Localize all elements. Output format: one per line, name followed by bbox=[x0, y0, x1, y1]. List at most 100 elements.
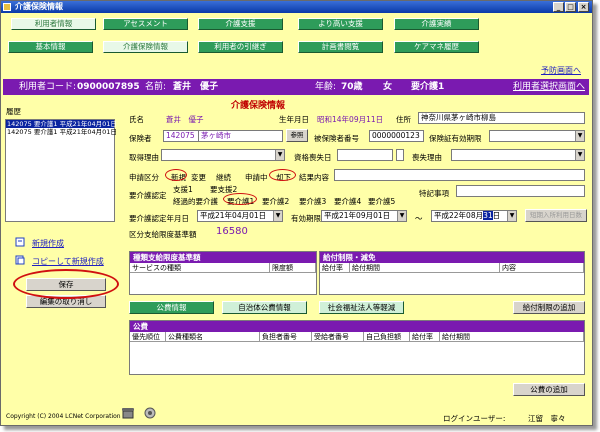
main-window: 介護保険情報 _ □ × 利用者情報 アセスメント 介護支援 より高い支援 介護… bbox=[0, 0, 593, 426]
window-title: 介護保険情報 bbox=[15, 2, 63, 11]
insured-no-label: 被保険者番号 bbox=[314, 134, 359, 143]
benefit-restriction-panel: 給付制限・減免 給付率 給付期間 内容 bbox=[319, 251, 585, 295]
col-pub-benefit-rate: 給付率 bbox=[410, 332, 440, 342]
acquire-reason-label: 取得理由 bbox=[129, 153, 159, 162]
col-benefit-rate: 給付率 bbox=[320, 263, 350, 273]
col-payer-no: 負担者番号 bbox=[260, 332, 312, 342]
benefit-restriction-title: 給付制限・減免 bbox=[320, 252, 584, 263]
insurer-ref-button[interactable]: 参照 bbox=[286, 129, 308, 142]
acquire-reason-select[interactable]: ▼ bbox=[161, 149, 285, 161]
level-care5-option[interactable]: 要介護5 bbox=[368, 196, 395, 207]
level-care4-option[interactable]: 要介護4 bbox=[334, 196, 361, 207]
short-term-days-button[interactable]: 短期入所利用日数 bbox=[525, 209, 587, 222]
chevron-down-icon: ▼ bbox=[397, 211, 406, 221]
minimize-button[interactable]: _ bbox=[553, 2, 564, 12]
tab-basic-info[interactable]: 基本情報 bbox=[8, 41, 93, 53]
level-care2-option[interactable]: 要介護2 bbox=[262, 196, 289, 207]
app-icon bbox=[3, 3, 11, 11]
user-info-bar: 利用者コード: 0900007895 名前: 蒼井 優子 年齢: 70歳 女 要… bbox=[3, 79, 589, 95]
tab-user-handover[interactable]: 利用者の引継ぎ bbox=[198, 41, 283, 53]
validity-label: 保険証有効期限 bbox=[429, 134, 482, 143]
col-pub-benefit-period: 給付期間 bbox=[440, 332, 584, 342]
close-button[interactable]: × bbox=[578, 2, 589, 12]
local-public-info-button[interactable]: 自治体公費情報 bbox=[222, 301, 307, 314]
level-support1-option[interactable]: 支援1 bbox=[173, 184, 193, 195]
tab-assessment[interactable]: アセスメント bbox=[103, 18, 188, 30]
chevron-down-icon: ▼ bbox=[273, 211, 282, 221]
history-item[interactable]: 142075 要介護1 平成21年04月01日 bbox=[6, 128, 117, 136]
tab-caremanager-history[interactable]: ケアマネ履歴 bbox=[394, 41, 479, 53]
chevron-down-icon: ▼ bbox=[575, 131, 584, 141]
special-notes-field[interactable] bbox=[456, 185, 585, 197]
level-care3-option[interactable]: 要介護3 bbox=[299, 196, 326, 207]
tab-care-results[interactable]: 介護実績 bbox=[394, 18, 479, 30]
history-label: 履歴 bbox=[6, 107, 21, 116]
address-field[interactable]: 神奈川県茅ヶ崎市柳島 bbox=[418, 112, 585, 124]
insured-no-field[interactable]: 0000000123 bbox=[369, 130, 424, 142]
tab-user-info[interactable]: 利用者情報 bbox=[11, 18, 96, 30]
prev-screen-link[interactable]: 予防画面へ bbox=[541, 65, 581, 76]
lose-reason-select[interactable]: ▼ bbox=[451, 149, 585, 161]
name-label: 氏名 bbox=[129, 115, 144, 124]
user-code-label: 利用者コード: bbox=[19, 82, 77, 92]
insurer-code-field[interactable]: 142075 bbox=[163, 130, 199, 142]
apply-continue-option[interactable]: 継続 bbox=[216, 172, 231, 183]
insurer-name-field[interactable]: 茅ヶ崎市 bbox=[198, 130, 283, 142]
public-info-button[interactable]: 公費情報 bbox=[129, 301, 214, 314]
tab-plan-view[interactable]: 計画書閲覧 bbox=[298, 41, 383, 53]
chevron-down-icon: ▼ bbox=[507, 211, 516, 221]
copy-doc-icon bbox=[15, 255, 25, 265]
public-expense-title: 公費 bbox=[130, 321, 584, 332]
tab-higher-support[interactable]: より高い支援 bbox=[298, 18, 383, 30]
col-benefit-content: 内容 bbox=[500, 263, 584, 273]
col-service-type: サービスの種類 bbox=[130, 263, 270, 273]
lose-date-field[interactable] bbox=[337, 149, 393, 161]
result-label: 結果内容 bbox=[299, 173, 329, 182]
add-benefit-restriction-button[interactable]: 給付制限の追加 bbox=[513, 301, 585, 314]
col-self-pay: 自己負担額 bbox=[364, 332, 410, 342]
tab-care-support[interactable]: 介護支援 bbox=[198, 18, 283, 30]
copy-create-link[interactable]: コピーして新規作成 bbox=[32, 256, 104, 267]
col-priority: 優先順位 bbox=[130, 332, 166, 342]
lose-date-check[interactable] bbox=[396, 149, 404, 161]
col-limit-amount: 限度額 bbox=[270, 263, 316, 273]
phone-icon[interactable] bbox=[121, 406, 135, 420]
apply-rejected-circle bbox=[269, 169, 296, 181]
service-limit-panel: 種類支給限度基準額 サービスの種類 限度額 bbox=[129, 251, 317, 295]
level-care1-circle bbox=[223, 193, 257, 205]
user-care-level: 要介護1 bbox=[411, 82, 445, 92]
apply-new-circle bbox=[165, 169, 187, 181]
col-benefit-period: 給付期間 bbox=[350, 263, 500, 273]
lose-date-label: 資格喪失日 bbox=[294, 153, 332, 162]
history-list[interactable]: 142075 要介護1 平成21年04月01日 142075 要介護1 平成21… bbox=[5, 119, 117, 222]
tab-insurance-info[interactable]: 介護保険情報 bbox=[103, 41, 188, 53]
name-value: 蒼井 優子 bbox=[166, 115, 204, 124]
birth-label: 生年月日 bbox=[279, 115, 309, 124]
service-limit-title: 種類支給限度基準額 bbox=[130, 252, 316, 263]
special-notes-label: 特記事項 bbox=[419, 189, 449, 198]
login-user-name: 江留 寧々 bbox=[528, 414, 566, 423]
valid-from-select[interactable]: 平成21年09月01日 ▼ bbox=[321, 210, 407, 222]
level-label: 要介護認定 bbox=[129, 191, 167, 200]
welfare-reduction-button[interactable]: 社会福祉法人等軽減 bbox=[319, 301, 404, 314]
user-code: 0900007895 bbox=[77, 82, 140, 92]
validity-select[interactable]: ▼ bbox=[489, 130, 585, 142]
apply-change-option[interactable]: 変更 bbox=[191, 172, 206, 183]
lose-reason-label: 喪失理由 bbox=[412, 153, 442, 162]
valid-to-select[interactable]: 平成22年08月31日 ▼ bbox=[431, 210, 517, 222]
new-create-link[interactable]: 新規作成 bbox=[32, 238, 64, 249]
user-name-label: 名前: bbox=[145, 82, 167, 92]
user-select-link[interactable]: 利用者選択画面へ bbox=[513, 79, 585, 95]
history-item[interactable]: 142075 要介護1 平成21年04月01日 bbox=[6, 120, 117, 128]
cert-date-select[interactable]: 平成21年04月01日 ▼ bbox=[197, 210, 283, 222]
col-recipient-no: 受給者番号 bbox=[312, 332, 364, 342]
user-name: 蒼井 優子 bbox=[173, 82, 219, 92]
result-field[interactable] bbox=[334, 169, 585, 181]
level-transitional-option[interactable]: 経過的要介護 bbox=[173, 196, 218, 207]
add-public-expense-button[interactable]: 公費の追加 bbox=[513, 383, 585, 396]
insurer-label: 保険者 bbox=[129, 134, 152, 143]
settings-icon[interactable] bbox=[143, 406, 157, 420]
user-age: 70歳 bbox=[341, 82, 363, 92]
maximize-button[interactable]: □ bbox=[565, 2, 576, 12]
age-label: 年齢: bbox=[315, 82, 337, 92]
